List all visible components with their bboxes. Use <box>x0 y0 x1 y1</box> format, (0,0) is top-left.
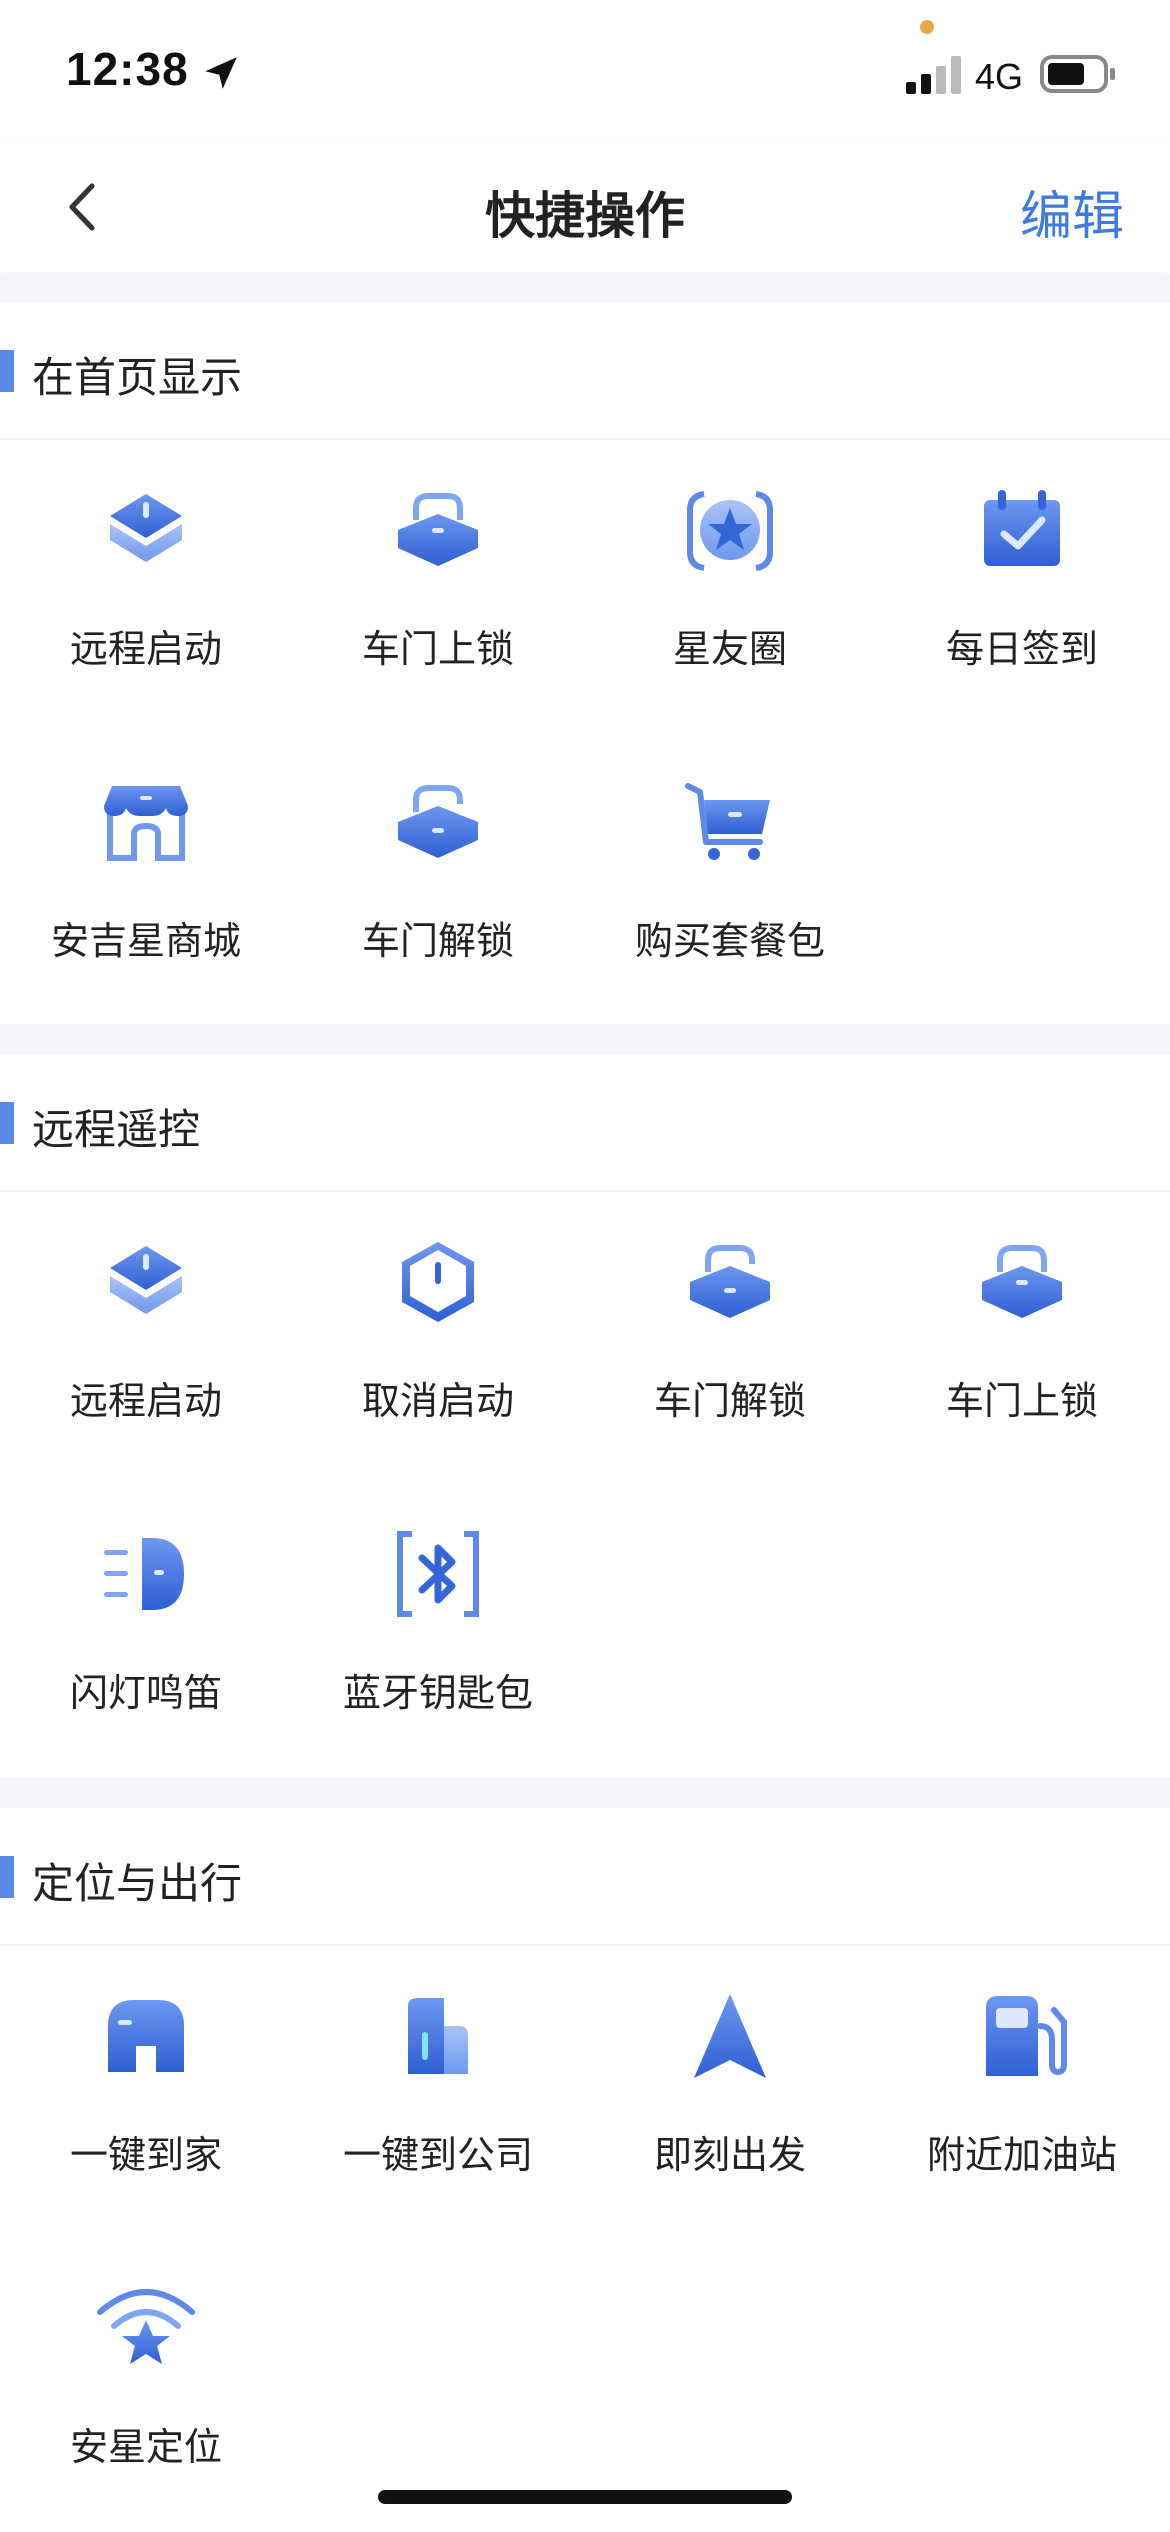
section-accent-bar <box>0 1102 14 1144</box>
section-header: 远程遥控 <box>0 1054 1170 1192</box>
action-bluetooth-key[interactable]: 蓝牙钥匙包 <box>292 1484 584 1776</box>
home-icon <box>108 2000 184 2072</box>
edit-button[interactable]: 编辑 <box>1020 174 1124 249</box>
action-label: 车门解锁 <box>653 1379 806 1423</box>
action-label: 蓝牙钥匙包 <box>342 1671 533 1715</box>
network-type: 4G <box>975 56 1024 97</box>
action-label: 车门上锁 <box>361 627 514 671</box>
action-label: 星友圈 <box>672 627 787 671</box>
action-star-circle[interactable]: 星友圈 <box>584 440 876 732</box>
action-label: 取消启动 <box>361 1379 514 1423</box>
door-lock-icon <box>398 493 478 566</box>
action-buy-package[interactable]: 购买套餐包 <box>584 732 876 1024</box>
battery-icon <box>1040 55 1115 93</box>
action-door-unlock[interactable]: 车门解锁 <box>584 1192 876 1484</box>
cancel-start-icon <box>402 1242 474 1322</box>
action-label: 安星定位 <box>69 2425 222 2469</box>
remote-start-icon <box>110 494 182 562</box>
action-store[interactable]: 安吉星商城 <box>0 732 292 1024</box>
action-go-home[interactable]: 一键到家 <box>0 1946 292 2238</box>
star-locate-icon <box>97 2289 195 2364</box>
door-lock-icon <box>982 1245 1062 1318</box>
action-label: 安吉星商城 <box>50 919 241 963</box>
section-accent-bar <box>0 350 14 392</box>
action-label: 购买套餐包 <box>634 919 825 963</box>
action-go-office[interactable]: 一键到公司 <box>292 1946 584 2238</box>
action-label: 每日签到 <box>945 627 1098 671</box>
privacy-indicator-dot <box>920 20 934 34</box>
action-label: 车门解锁 <box>361 919 514 963</box>
page-title: 快捷操作 <box>485 187 685 245</box>
section-location-travel: 定位与出行 一键到家 一键到公司 即刻出发 附近加油站 安星定位 <box>0 1808 1170 2532</box>
door-unlock-icon <box>398 785 478 858</box>
action-door-lock[interactable]: 车门上锁 <box>876 1192 1168 1484</box>
section-title: 定位与出行 <box>32 1859 243 1908</box>
action-door-lock[interactable]: 车门上锁 <box>292 440 584 732</box>
action-depart-now[interactable]: 即刻出发 <box>584 1946 876 2238</box>
calendar-check-icon <box>984 490 1060 566</box>
section-divider <box>0 274 1170 302</box>
section-remote-control: 远程遥控 远程启动 取消启动 车门解锁 车门上锁 闪灯鸣笛 蓝牙钥匙包 <box>0 1054 1170 1778</box>
remote-start-icon <box>110 1246 182 1314</box>
section-divider <box>0 1778 1170 1808</box>
section-header: 定位与出行 <box>0 1808 1170 1946</box>
action-label: 车门上锁 <box>945 1379 1098 1423</box>
action-label: 一键到公司 <box>342 2133 533 2177</box>
action-label: 闪灯鸣笛 <box>69 1671 222 1715</box>
home-indicator[interactable] <box>378 2490 792 2504</box>
action-star-locate[interactable]: 安星定位 <box>0 2238 292 2530</box>
section-header: 在首页显示 <box>0 302 1170 440</box>
gas-station-icon <box>986 1996 1067 2076</box>
status-time: 12:38 <box>66 43 189 95</box>
action-label: 一键到家 <box>69 2133 222 2177</box>
action-label: 即刻出发 <box>653 2133 806 2177</box>
cart-icon <box>685 783 770 860</box>
status-bar: 12:38 4G <box>0 0 1170 140</box>
door-unlock-icon <box>690 1245 770 1318</box>
nav-bar: 快捷操作 编辑 <box>0 140 1170 272</box>
action-daily-checkin[interactable]: 每日签到 <box>876 440 1168 732</box>
action-remote-start[interactable]: 远程启动 <box>0 1192 292 1484</box>
action-cancel-start[interactable]: 取消启动 <box>292 1192 584 1484</box>
action-remote-start[interactable]: 远程启动 <box>0 440 292 732</box>
bluetooth-key-icon <box>397 1531 479 1617</box>
action-nearby-gas[interactable]: 附近加油站 <box>876 1946 1168 2238</box>
section-title: 在首页显示 <box>32 353 243 402</box>
section-home-display: 在首页显示 远程启动 车门上锁 星友圈 每日签到 安吉星商城 车门解锁 购买套餐… <box>0 302 1170 1024</box>
section-divider <box>0 1024 1170 1054</box>
action-label: 远程启动 <box>69 627 222 671</box>
action-label: 附近加油站 <box>926 2133 1117 2177</box>
action-door-unlock[interactable]: 车门解锁 <box>292 732 584 1024</box>
office-building-icon <box>408 1998 468 2074</box>
store-icon <box>104 786 188 861</box>
section-accent-bar <box>0 1856 14 1898</box>
headlight-horn-icon <box>104 1538 184 1610</box>
location-arrow-icon <box>205 57 237 89</box>
star-circle-icon <box>687 491 773 571</box>
section-title: 远程遥控 <box>32 1105 201 1154</box>
action-label: 远程启动 <box>69 1379 222 1423</box>
cellular-signal-icon <box>906 56 961 94</box>
navigate-arrow-icon <box>694 1994 766 2078</box>
action-flash-horn[interactable]: 闪灯鸣笛 <box>0 1484 292 1776</box>
